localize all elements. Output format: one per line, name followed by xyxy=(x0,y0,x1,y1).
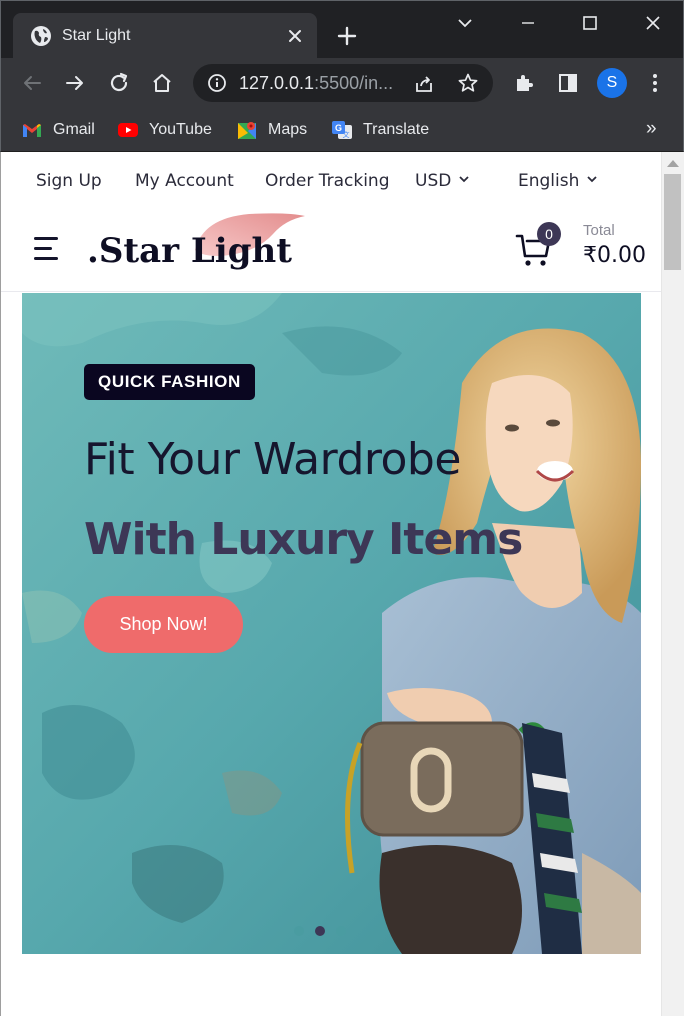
tab-title: Star Light xyxy=(62,27,131,44)
globe-icon xyxy=(31,26,51,46)
browser-toolbar: 127.0.0.1:5500/in... S xyxy=(0,58,684,108)
sign-up-link[interactable]: Sign Up xyxy=(36,170,102,192)
bookmark-maps[interactable]: Maps xyxy=(236,116,307,144)
youtube-icon xyxy=(118,123,138,137)
slider-dot-active[interactable] xyxy=(315,926,325,936)
bookmark-gmail[interactable]: Gmail xyxy=(21,116,95,144)
page-viewport: Sign Up My Account Order Tracking USD En… xyxy=(0,152,684,1016)
home-icon[interactable] xyxy=(150,71,174,95)
bookmarks-bar: Gmail YouTube Maps G 文 Translate » xyxy=(0,108,684,152)
bookmark-translate[interactable]: G 文 Translate xyxy=(331,116,429,144)
share-icon[interactable] xyxy=(413,73,435,95)
language-select[interactable]: English xyxy=(518,170,598,192)
menu-hamburger-icon[interactable] xyxy=(34,237,60,261)
minimize-icon[interactable] xyxy=(516,11,540,35)
slider-dot[interactable] xyxy=(294,926,304,936)
slider-dot[interactable] xyxy=(336,926,346,936)
gmail-icon xyxy=(23,124,41,137)
browser-tab-strip: Star Light xyxy=(0,0,684,59)
my-account-link[interactable]: My Account xyxy=(135,170,234,192)
svg-text:文: 文 xyxy=(343,130,350,139)
chevron-down-icon xyxy=(459,176,469,183)
chevron-down-icon xyxy=(587,176,598,183)
url-text: 127.0.0.1:5500/in... xyxy=(239,72,393,94)
close-tab-icon[interactable] xyxy=(285,26,305,46)
svg-text:G: G xyxy=(335,123,342,133)
currency-value: USD xyxy=(415,171,452,191)
reload-icon[interactable] xyxy=(107,71,131,95)
scroll-thumb[interactable] xyxy=(664,174,681,270)
site-logo[interactable]: .Star Light xyxy=(87,230,292,272)
bookmark-label: Translate xyxy=(363,121,430,138)
scroll-up-arrow-icon[interactable] xyxy=(667,160,679,167)
bookmarks-overflow-icon[interactable]: » xyxy=(646,115,657,143)
translate-icon: G 文 xyxy=(332,121,352,139)
hero-title-line2: With Luxury Items xyxy=(84,514,523,565)
browser-menu-icon[interactable] xyxy=(643,71,667,95)
tab-search-chevron-icon[interactable] xyxy=(453,11,477,35)
shop-now-button[interactable]: Shop Now! xyxy=(84,596,243,653)
cart-total-label: Total xyxy=(583,222,615,239)
close-window-icon[interactable] xyxy=(641,11,665,35)
forward-arrow-icon[interactable] xyxy=(63,71,87,95)
maximize-icon[interactable] xyxy=(578,11,602,35)
order-tracking-link[interactable]: Order Tracking xyxy=(265,170,390,192)
profile-avatar[interactable]: S xyxy=(597,68,627,98)
url-path: :5500/in... xyxy=(314,73,394,93)
language-value: English xyxy=(518,171,580,191)
maps-icon xyxy=(238,122,256,139)
extensions-puzzle-icon[interactable] xyxy=(512,71,536,95)
hero-title-line1: Fit Your Wardrobe xyxy=(84,434,461,485)
address-bar[interactable]: 127.0.0.1:5500/in... xyxy=(193,64,493,102)
hero-badge: QUICK FASHION xyxy=(84,364,255,400)
bookmark-label: Gmail xyxy=(53,121,95,138)
page-scrollbar[interactable] xyxy=(661,152,684,1016)
bookmark-label: Maps xyxy=(268,121,308,138)
cart-total-value: ₹0.00 xyxy=(583,243,646,268)
top-nav: Sign Up My Account Order Tracking USD En… xyxy=(1,152,662,208)
browser-tab[interactable]: Star Light xyxy=(13,13,317,59)
hero-banner: QUICK FASHION Fit Your Wardrobe With Lux… xyxy=(22,293,641,954)
bookmark-youtube[interactable]: YouTube xyxy=(117,116,212,144)
back-arrow-icon[interactable] xyxy=(20,71,44,95)
bookmark-label: YouTube xyxy=(149,121,212,138)
url-host: 127.0.0.1 xyxy=(239,73,315,93)
site-info-icon[interactable] xyxy=(207,73,227,93)
currency-select[interactable]: USD xyxy=(415,170,469,192)
new-tab-icon[interactable] xyxy=(335,24,359,48)
side-panel-icon[interactable] xyxy=(556,71,580,95)
bookmark-star-icon[interactable] xyxy=(457,72,479,94)
cart-count-badge: 0 xyxy=(537,222,561,246)
site-header: .Star Light 0 Total ₹0.00 xyxy=(1,208,662,292)
